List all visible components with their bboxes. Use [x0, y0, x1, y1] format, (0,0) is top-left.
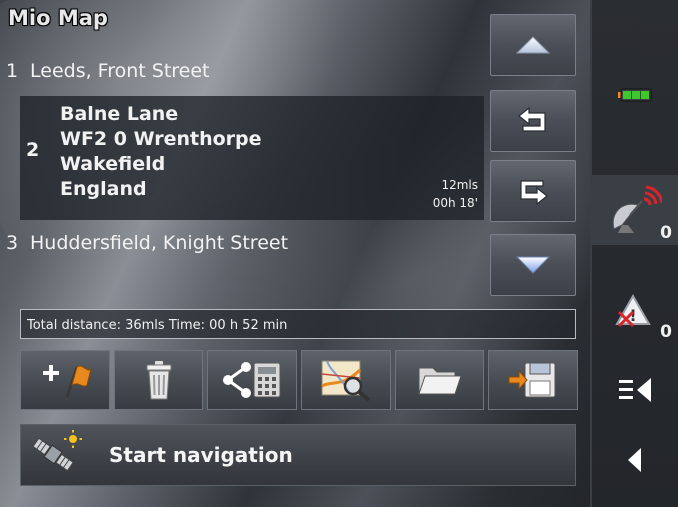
open-route-button[interactable]	[394, 350, 485, 410]
route-list-item-1[interactable]: 1 Leeds, Front Street	[4, 60, 482, 90]
scroll-down-button[interactable]	[490, 234, 576, 296]
alert-count: 0	[660, 322, 672, 342]
view-on-map-button[interactable]	[301, 350, 391, 410]
leg-distance: 12mls	[441, 178, 478, 192]
address-country: England	[60, 178, 147, 200]
battery-indicator	[592, 80, 678, 110]
status-sidebar: 0 ! 0	[590, 0, 678, 507]
list-collapse-icon	[619, 378, 651, 402]
start-navigation-label: Start navigation	[109, 443, 293, 467]
leg-stats: 12mls 00h 18'	[433, 176, 478, 212]
move-down-button[interactable]	[490, 160, 576, 222]
satellite-icon	[32, 430, 82, 472]
save-route-button[interactable]	[488, 350, 579, 410]
start-navigation-button[interactable]: Start navigation	[20, 424, 576, 486]
scroll-up-button[interactable]	[490, 14, 576, 76]
back-button[interactable]	[592, 440, 678, 480]
address-street: Balne Lane	[60, 103, 179, 125]
menu-toggle-button[interactable]	[592, 370, 678, 410]
move-up-button[interactable]	[490, 90, 576, 152]
warning-triangle-icon: !	[615, 294, 651, 328]
add-waypoint-button[interactable]	[20, 350, 110, 410]
save-disk-icon	[508, 362, 556, 398]
address-city: Wakefield	[60, 153, 166, 175]
route-item-number: 2	[26, 139, 40, 161]
address-postcode: WF2 0 Wrenthorpe	[60, 128, 262, 150]
route-summary: Total distance: 36mls Time: 00 h 52 min	[20, 309, 576, 339]
route-item-label: Huddersfield, Knight Street	[30, 232, 289, 254]
battery-icon	[618, 88, 652, 102]
route-list-item-selected[interactable]: 2 Balne Lane WF2 0 Wrenthorpe Wakefield …	[20, 96, 484, 220]
leg-time: 00h 18'	[432, 196, 478, 210]
route-planner-panel: Mio Map 1 Leeds, Front Street 2 Balne La…	[0, 0, 590, 507]
app-title: Mio Map	[8, 6, 108, 30]
triangle-up-icon	[516, 36, 550, 54]
route-item-number: 3	[6, 232, 19, 254]
return-arrow-right-icon	[520, 180, 548, 206]
folder-open-icon	[417, 367, 462, 395]
calculate-route-button[interactable]	[207, 350, 298, 410]
route-item-label: Leeds, Front Street	[30, 60, 210, 82]
return-arrow-left-icon	[518, 106, 546, 132]
satellite-count: 0	[660, 223, 672, 243]
traffic-alert-status[interactable]: ! 0	[592, 282, 678, 342]
gps-status[interactable]: 0	[592, 175, 678, 245]
chevron-left-icon	[628, 448, 641, 472]
add-flag-icon	[42, 365, 92, 398]
satellite-dish-icon	[612, 185, 662, 233]
route-item-number: 1	[6, 60, 19, 82]
route-calculator-icon	[223, 362, 281, 398]
route-list-item-3[interactable]: 3 Huddersfield, Knight Street	[4, 232, 482, 262]
triangle-down-icon	[516, 256, 550, 274]
route-toolbar	[20, 350, 579, 410]
map-zoom-icon	[321, 360, 371, 402]
delete-button[interactable]	[113, 350, 204, 410]
trash-icon	[146, 361, 171, 400]
route-item-address: Balne Lane WF2 0 Wrenthorpe Wakefield En…	[60, 102, 262, 202]
